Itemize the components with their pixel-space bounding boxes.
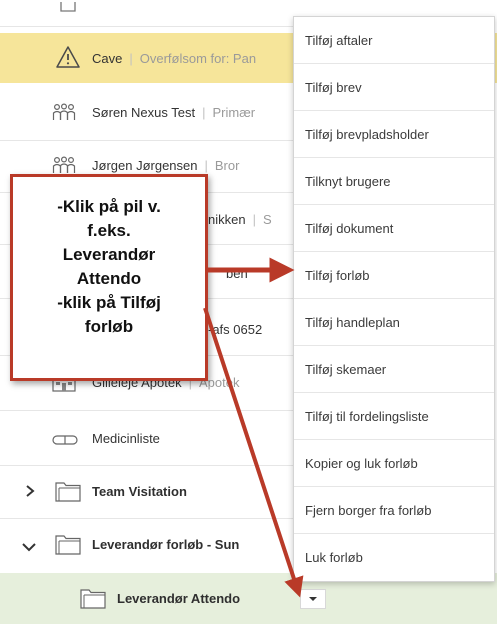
annotation-arrows — [203, 257, 304, 598]
arrow-to-dropdown-caret — [203, 307, 304, 598]
